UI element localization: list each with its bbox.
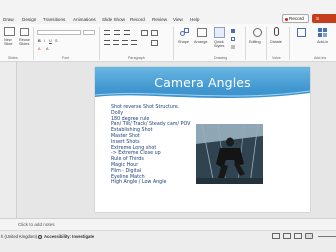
- language-status[interactable]: h (United Kingdom): [1, 234, 37, 239]
- reuse-slides-label-2: Slides: [19, 42, 30, 46]
- ribbon: New Slide Reuse Slides Slides B I U S A …: [0, 24, 336, 62]
- accessibility-label: Accessibility: Investigate: [44, 234, 95, 239]
- reading-view-icon[interactable]: [294, 233, 302, 239]
- tab-review[interactable]: Review: [152, 17, 167, 22]
- arrange-label: Arrange: [194, 40, 208, 44]
- indent-icon[interactable]: [124, 30, 130, 35]
- film-still-graphic: [196, 124, 263, 184]
- zoom-slider[interactable]: [318, 236, 336, 237]
- notes-pane[interactable]: Click to add notes: [0, 218, 336, 230]
- new-slide-icon[interactable]: [4, 27, 15, 36]
- editing-label: Editing: [249, 40, 261, 44]
- record-button-label: Record: [289, 16, 304, 21]
- shape-effects-icon[interactable]: [231, 45, 235, 49]
- designer-icon[interactable]: [297, 28, 306, 37]
- quick-styles-icon[interactable]: [214, 27, 225, 38]
- tab-view[interactable]: View: [173, 17, 183, 22]
- add-ins-label: Add-in: [317, 40, 328, 44]
- accessibility-status[interactable]: Accessibility: Investigate: [38, 234, 94, 239]
- highlight-icon[interactable]: A: [46, 47, 49, 51]
- separator: [245, 27, 246, 60]
- title-banner: Camera Angles: [95, 67, 310, 107]
- separator: [99, 27, 100, 60]
- tab-animations[interactable]: Animations: [73, 17, 96, 22]
- font-color-icon[interactable]: A: [38, 47, 41, 51]
- accessibility-icon: [38, 234, 42, 239]
- group-label-paragraph: Paragraph: [128, 56, 145, 60]
- tab-draw[interactable]: Draw: [3, 17, 14, 22]
- align-text-icon[interactable]: [151, 30, 158, 36]
- tab-design[interactable]: Design: [22, 17, 36, 22]
- group-label-add-ins: Add-ins: [314, 56, 327, 60]
- arrange-icon[interactable]: [197, 28, 207, 37]
- quick-styles-label-2: Styles: [214, 44, 225, 48]
- group-label-font: Font: [62, 56, 70, 60]
- align-right-icon[interactable]: [122, 40, 128, 45]
- search-icon[interactable]: [253, 28, 262, 37]
- status-bar: h (United Kingdom) Accessibility: Invest…: [0, 230, 336, 252]
- shapes-icon[interactable]: [180, 28, 190, 37]
- align-left-icon[interactable]: [104, 40, 110, 45]
- normal-view-icon[interactable]: [272, 233, 280, 239]
- numbering-icon[interactable]: [114, 30, 120, 35]
- slide-title[interactable]: Camera Angles: [95, 75, 310, 90]
- share-button-label: S: [316, 16, 320, 21]
- strikethrough-icon[interactable]: S: [55, 39, 58, 43]
- separator: [266, 27, 267, 60]
- record-button[interactable]: Record: [282, 14, 309, 23]
- underline-icon[interactable]: U: [49, 39, 52, 43]
- reuse-slides-icon[interactable]: [20, 28, 29, 36]
- font-name-box[interactable]: [37, 30, 81, 35]
- group-label-voice: Voice: [272, 56, 281, 60]
- tab-help[interactable]: Help: [190, 17, 199, 22]
- separator: [289, 27, 290, 60]
- share-button[interactable]: S: [312, 14, 336, 23]
- powerpoint-window: Draw Design Transitions Animations Slide…: [0, 0, 336, 252]
- slide-sorter-view-icon[interactable]: [283, 233, 291, 239]
- add-ins-icon[interactable]: [318, 28, 327, 37]
- text-direction-icon[interactable]: [141, 30, 148, 36]
- slide[interactable]: Camera Angles Shot reverse Shot Structur…: [95, 67, 310, 212]
- record-dot-icon: [285, 17, 289, 21]
- separator: [33, 27, 34, 60]
- shape-fill-icon[interactable]: [231, 29, 235, 33]
- tab-record[interactable]: Record: [130, 17, 145, 22]
- dictate-label: Dictate: [270, 40, 282, 44]
- shape-outline-icon[interactable]: [231, 37, 235, 41]
- ribbon-tab-bar: Draw Design Transitions Animations Slide…: [0, 0, 336, 24]
- tab-transitions[interactable]: Transitions: [43, 17, 65, 22]
- justify-icon[interactable]: [131, 40, 137, 45]
- tab-slide-show[interactable]: Slide Show: [102, 17, 125, 22]
- italic-icon[interactable]: I: [44, 39, 45, 43]
- font-size-box[interactable]: [83, 30, 95, 35]
- film-still-image[interactable]: [196, 124, 263, 184]
- group-label-slides: Slides: [8, 56, 18, 60]
- notes-placeholder: Click to add notes: [18, 222, 55, 227]
- slide-thumbnail-pane[interactable]: [0, 62, 16, 228]
- separator: [173, 27, 174, 60]
- smartart-icon[interactable]: [151, 40, 158, 46]
- microphone-icon[interactable]: [274, 27, 279, 36]
- new-slide-label-2: Slide: [4, 42, 13, 46]
- bold-icon[interactable]: B: [38, 39, 41, 43]
- align-center-icon[interactable]: [113, 40, 119, 45]
- shape-label: Shape: [178, 40, 189, 44]
- slideshow-view-icon[interactable]: [305, 233, 313, 239]
- bullets-icon[interactable]: [104, 30, 110, 35]
- group-label-drawing: Drawing: [214, 56, 228, 60]
